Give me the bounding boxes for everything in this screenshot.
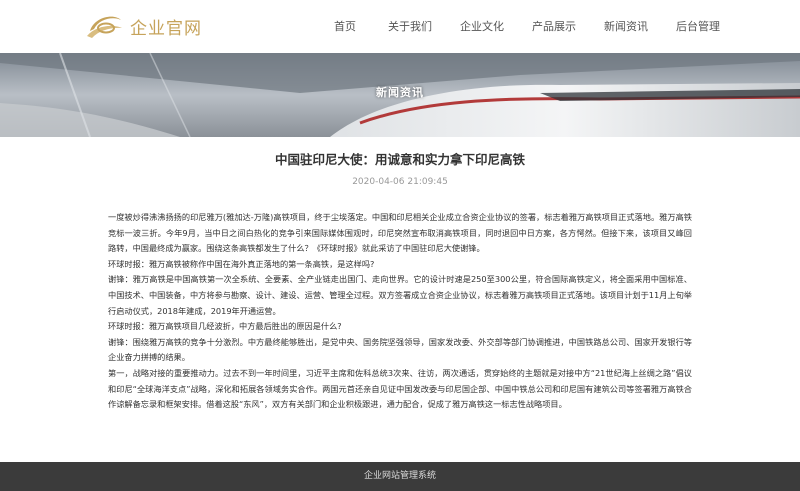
page-banner: 新闻资讯 bbox=[0, 53, 800, 137]
article-date: 2020-04-06 21:09:45 bbox=[352, 177, 448, 187]
site-footer: 企业网站管理系统 bbox=[0, 462, 800, 491]
logo-swoosh-icon bbox=[87, 16, 122, 38]
banner-title: 新闻资讯 bbox=[376, 86, 424, 99]
footer-text: 企业网站管理系统 bbox=[363, 471, 436, 481]
site-header: 企业官网 首页 关于我们 企业文化 产品展示 新闻资讯 后台管理 bbox=[0, 0, 800, 53]
nav-admin[interactable]: 后台管理 bbox=[676, 0, 720, 53]
nav-culture[interactable]: 企业文化 bbox=[460, 0, 504, 53]
site-logo[interactable]: 企业官网 bbox=[84, 8, 202, 44]
article-title: 中国驻印尼大使：用诚意和实力拿下印尼高铁 bbox=[274, 152, 525, 167]
nav-news[interactable]: 新闻资讯 bbox=[604, 0, 648, 53]
nav-home[interactable]: 首页 bbox=[334, 0, 356, 53]
nav-products[interactable]: 产品展示 bbox=[532, 0, 576, 53]
article-paragraph: 环球时报：雅万高铁项目几经波折，中方最后胜出的原因是什么? bbox=[108, 321, 342, 332]
article-paragraph: 谢锋：围绕雅万高铁的竞争十分激烈。中方最终能够胜出，是党中央、国务院坚强领导，国… bbox=[108, 336, 692, 363]
article-body: 一度被炒得沸沸扬扬的印尼雅万(雅加达-万隆)高铁项目，终于尘埃落定。中国和印尼相… bbox=[108, 210, 692, 413]
article-paragraph: 谢锋：雅万高铁是中国高铁第一次全系统、全要素、全产业链走出国门、走向世界。它的设… bbox=[108, 274, 692, 316]
article-paragraph: 一度被炒得沸沸扬扬的印尼雅万(雅加达-万隆)高铁项目，终于尘埃落定。中国和印尼相… bbox=[108, 212, 692, 254]
brand-name: 企业官网 bbox=[130, 18, 202, 39]
article-paragraph: 环球时报：雅万高铁被称作中国在海外真正落地的第一条高铁，是这样吗? bbox=[108, 258, 375, 269]
nav-about[interactable]: 关于我们 bbox=[388, 0, 432, 53]
article-paragraph: 第一，战略对接的重要推动力。过去不到一年时间里，习近平主席和佐科总统3次来、往访… bbox=[108, 367, 692, 410]
